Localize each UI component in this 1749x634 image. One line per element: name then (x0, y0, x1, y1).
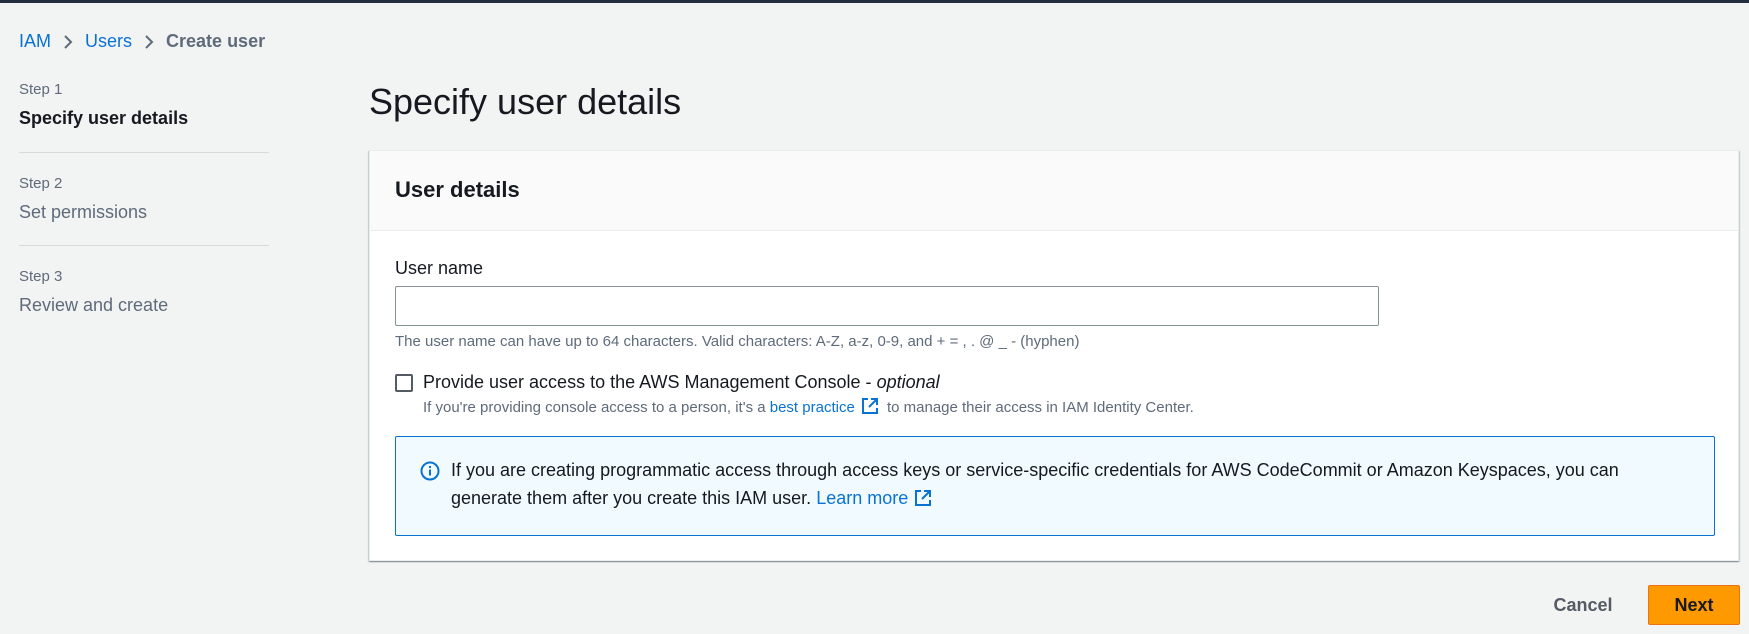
console-access-desc-after: to manage their access in IAM Identity C… (882, 399, 1194, 416)
info-alert: If you are creating programmatic access … (395, 436, 1715, 536)
external-link-icon (914, 487, 932, 515)
console-access-label-text: Provide user access to the AWS Managemen… (423, 372, 877, 392)
step-divider (19, 245, 269, 246)
learn-more-link[interactable]: Learn more (816, 488, 908, 508)
top-bar (0, 0, 1749, 3)
best-practice-link[interactable]: best practice (770, 399, 855, 416)
step-2-title: Set permissions (19, 202, 148, 222)
breadcrumb-item-iam[interactable]: IAM (19, 31, 51, 52)
user-name-hint: The user name can have up to 64 characte… (395, 333, 1080, 350)
step-1-label: Step 1 (19, 81, 63, 98)
step-3-title: Review and create (19, 295, 169, 315)
user-details-container: User details User name The user name can… (369, 150, 1739, 561)
external-link-icon (861, 397, 879, 422)
container-title: User details (395, 177, 520, 202)
breadcrumb: IAM Users Create user (19, 31, 265, 52)
container-header: User details (370, 151, 1738, 231)
console-access-desc-before: If you're providing console access to a … (423, 399, 770, 416)
step-divider (19, 152, 269, 153)
breadcrumb-item-users[interactable]: Users (85, 31, 132, 52)
step-3: Step 3 Review and create (19, 267, 168, 318)
user-name-label: User name (395, 258, 484, 278)
step-2: Step 2 Set permissions (19, 174, 147, 225)
chevron-right-icon (132, 32, 166, 52)
info-alert-message: If you are creating programmatic access … (451, 460, 1619, 508)
console-access-checkbox[interactable] (395, 374, 413, 392)
step-1: Step 1 Specify user details (19, 80, 188, 131)
step-1-title: Specify user details (19, 108, 189, 128)
cancel-button[interactable]: Cancel (1540, 586, 1626, 624)
chevron-right-icon (51, 32, 85, 52)
info-alert-text: If you are creating programmatic access … (451, 456, 1691, 515)
console-access-label[interactable]: Provide user access to the AWS Managemen… (423, 370, 940, 394)
page-title: Specify user details (369, 81, 682, 122)
breadcrumb-item-create-user: Create user (166, 31, 266, 51)
step-2-label: Step 2 (19, 175, 63, 192)
console-access-description: If you're providing console access to a … (423, 397, 1194, 422)
info-icon (420, 461, 440, 481)
next-button[interactable]: Next (1648, 585, 1740, 625)
step-3-label: Step 3 (19, 268, 63, 285)
user-name-input[interactable] (395, 286, 1379, 326)
optional-label: optional (876, 372, 940, 392)
